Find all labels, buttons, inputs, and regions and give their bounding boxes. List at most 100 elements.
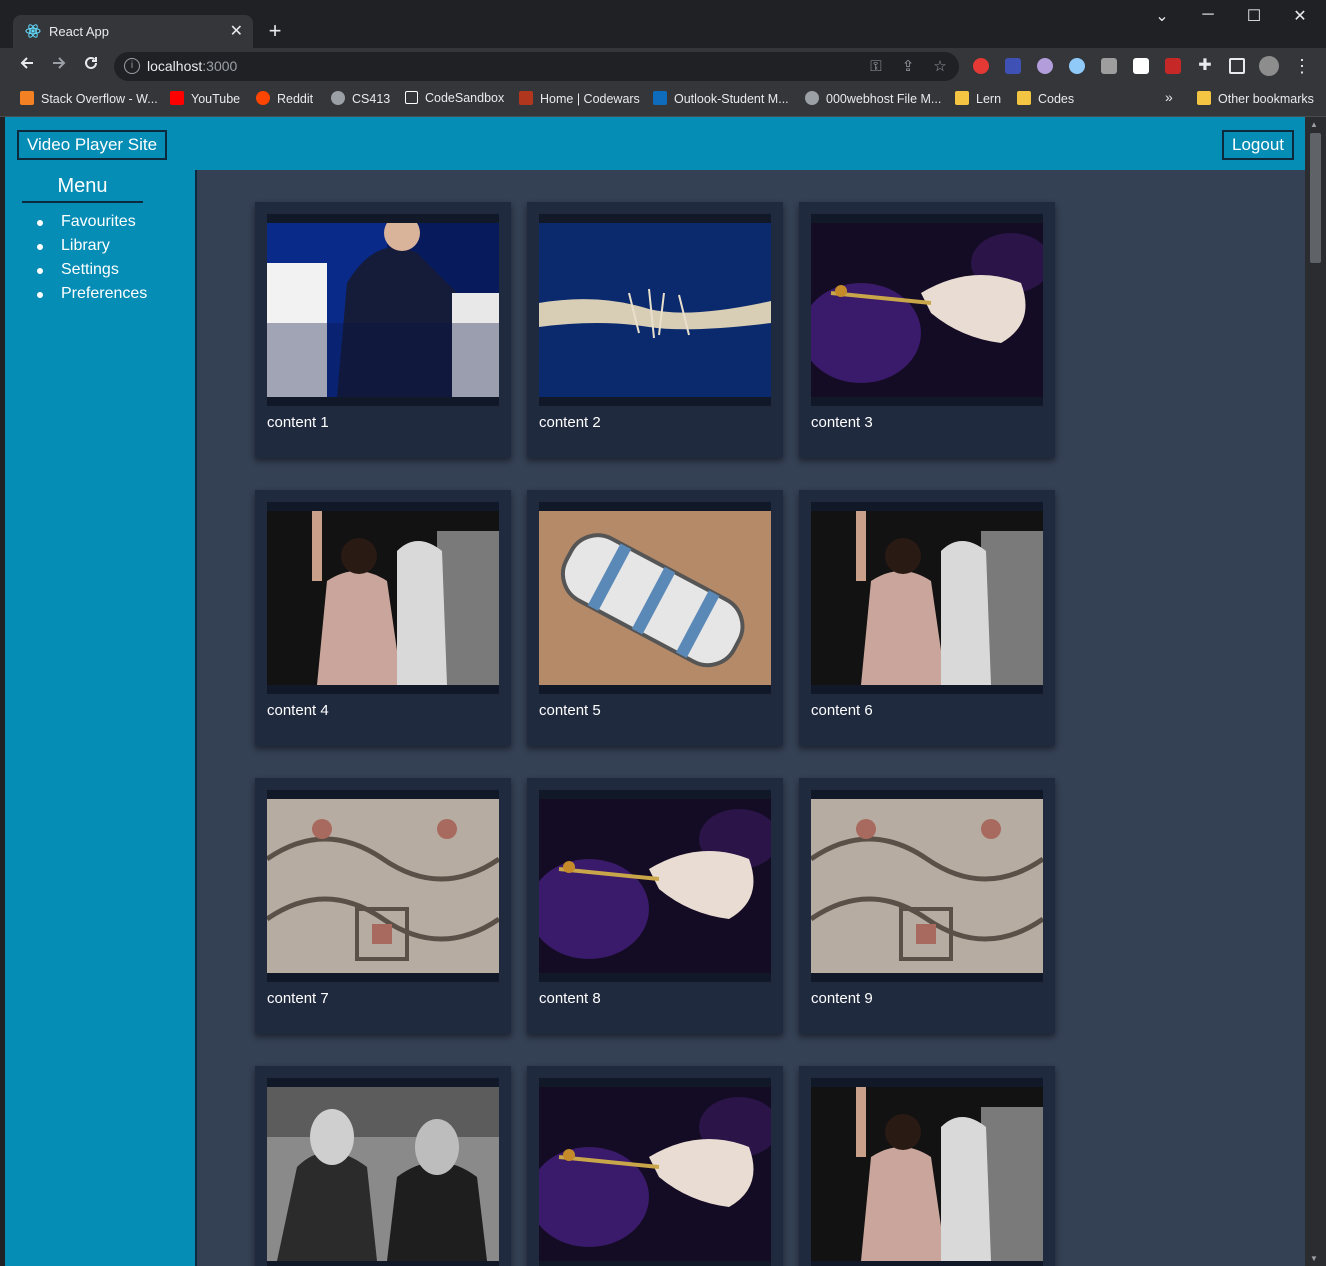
bookmark-star-icon[interactable]: ☆ [930, 57, 950, 77]
forward-button[interactable] [47, 54, 71, 78]
extension-purple-icon[interactable] [1037, 58, 1053, 74]
bookmark-label: Codes [1038, 92, 1075, 106]
tab-close-icon[interactable]: ✕ [230, 21, 243, 41]
bookmark-item[interactable]: 000webhost File M... [805, 91, 941, 106]
reload-button[interactable] [79, 54, 103, 78]
content-card[interactable]: content 2 [527, 202, 783, 458]
profile-avatar[interactable] [1259, 56, 1279, 76]
address-bar[interactable]: i localhost:3000 ⚿ ⇪ ☆ [114, 52, 959, 81]
content-card[interactable] [799, 1066, 1055, 1266]
bookmark-item[interactable]: Stack Overflow - W... [20, 91, 158, 106]
content-card[interactable]: content 6 [799, 490, 1055, 746]
content-card[interactable] [527, 1066, 783, 1266]
tab-search-icon[interactable]: ⌄ [1147, 6, 1177, 26]
content-card[interactable]: content 7 [255, 778, 511, 1034]
content-card[interactable]: content 4 [255, 490, 511, 746]
video-thumbnail[interactable] [267, 214, 499, 406]
video-thumbnail[interactable] [267, 502, 499, 694]
maximize-button[interactable]: ☐ [1239, 6, 1269, 26]
back-button[interactable] [15, 54, 39, 78]
key-icon[interactable]: ⚿ [866, 57, 886, 77]
bookmark-label: Stack Overflow - W... [41, 92, 158, 106]
extension-gray-icon[interactable] [1101, 58, 1117, 74]
outlook-icon [653, 91, 667, 105]
content-card[interactable] [255, 1066, 511, 1266]
extension-gift-icon[interactable] [1165, 58, 1181, 74]
content-card[interactable]: content 3 [799, 202, 1055, 458]
new-tab-button[interactable]: + [262, 18, 288, 44]
bookmarks-bar: Stack Overflow - W... YouTube Reddit CS4… [0, 84, 1326, 117]
bookmark-label: 000webhost File M... [826, 92, 942, 106]
video-thumbnail[interactable] [267, 790, 499, 982]
video-thumbnail[interactable] [811, 1078, 1043, 1266]
extension-white-icon[interactable] [1133, 58, 1149, 74]
scrollbar-thumb[interactable] [1310, 133, 1321, 263]
site-info-icon[interactable]: i [124, 58, 140, 74]
video-thumbnail[interactable] [267, 1078, 499, 1266]
bookmark-folder[interactable]: Lern [955, 91, 1001, 106]
battery-pack-image [539, 511, 771, 685]
bookmark-item[interactable]: Outlook-Student M... [653, 91, 789, 106]
extension-circle-icon[interactable] [1069, 58, 1085, 74]
site-brand-button[interactable]: Video Player Site [17, 130, 168, 160]
hibiscus-flower-image [811, 223, 1043, 397]
bookmark-label: Lern [976, 92, 1002, 106]
bookmark-label: CodeSandbox [425, 91, 505, 105]
folder-icon [1017, 91, 1031, 105]
extension-red-icon[interactable] [973, 58, 989, 74]
video-thumbnail[interactable] [539, 214, 771, 406]
share-icon[interactable]: ⇪ [898, 57, 918, 77]
extension-blue-icon[interactable] [1005, 58, 1021, 74]
page-scrollbar[interactable]: ▲ ▼ [1305, 117, 1326, 1266]
card-title: content 1 [267, 414, 329, 431]
video-thumbnail[interactable] [811, 502, 1043, 694]
bookmark-folder[interactable]: Codes [1017, 91, 1074, 106]
card-title: content 3 [811, 414, 873, 431]
video-thumbnail[interactable] [539, 790, 771, 982]
scroll-up-icon[interactable]: ▲ [1310, 120, 1318, 129]
bookmark-item[interactable]: Reddit [256, 91, 313, 106]
menu-item-favourites[interactable]: Favourites [35, 210, 147, 234]
url-host: localhost [147, 58, 203, 74]
codesandbox-icon [405, 91, 418, 104]
side-panel-icon[interactable] [1229, 58, 1245, 74]
menu-item-library[interactable]: Library [35, 234, 147, 258]
content-card[interactable]: content 5 [527, 490, 783, 746]
extensions-puzzle-icon[interactable]: ✚ [1193, 54, 1217, 78]
video-thumbnail[interactable] [539, 1078, 771, 1266]
other-bookmarks-folder[interactable]: Other bookmarks [1197, 91, 1314, 106]
hibiscus-flower-image [539, 1087, 771, 1261]
card-title: content 9 [811, 990, 873, 1007]
fraying-rope-image [539, 223, 771, 397]
bookmark-item[interactable]: CS413 [331, 91, 390, 106]
address-url[interactable]: localhost:3000 [147, 58, 237, 74]
video-thumbnail[interactable] [539, 502, 771, 694]
url-port: :3000 [202, 58, 238, 74]
minimize-button[interactable]: ─ [1193, 6, 1223, 24]
bookmark-item[interactable]: YouTube [170, 91, 240, 106]
more-menu-icon[interactable]: ⋮ [1290, 54, 1314, 78]
menu-item-settings[interactable]: Settings [35, 258, 147, 282]
bookmark-label: Outlook-Student M... [674, 92, 789, 106]
more-bookmarks-button[interactable]: » [1165, 89, 1173, 105]
bookmark-item[interactable]: CodeSandbox [405, 91, 504, 105]
content-card[interactable]: content 8 [527, 778, 783, 1034]
card-title: content 6 [811, 702, 873, 719]
video-thumbnail[interactable] [811, 790, 1043, 982]
react-icon [25, 24, 41, 38]
menu-title: Menu [22, 175, 143, 203]
menu-item-preferences[interactable]: Preferences [35, 282, 147, 306]
browser-toolbar: i localhost:3000 ⚿ ⇪ ☆ ✚ ⋮ [0, 48, 1326, 84]
bookmark-item[interactable]: Home | Codewars [519, 91, 640, 106]
logout-button[interactable]: Logout [1222, 130, 1294, 160]
window-close-button[interactable]: ✕ [1285, 6, 1315, 26]
app-header: Video Player Site Logout [5, 117, 1305, 170]
scroll-down-icon[interactable]: ▼ [1310, 1254, 1318, 1263]
content-card[interactable]: content 9 [799, 778, 1055, 1034]
dancing-crowd-image [267, 511, 499, 685]
video-thumbnail[interactable] [811, 214, 1043, 406]
bookmark-label: YouTube [191, 92, 241, 106]
men-talking-bw-image [267, 1087, 499, 1261]
content-card[interactable]: content 1 [255, 202, 511, 458]
browser-tab[interactable]: React App ✕ [13, 15, 253, 48]
